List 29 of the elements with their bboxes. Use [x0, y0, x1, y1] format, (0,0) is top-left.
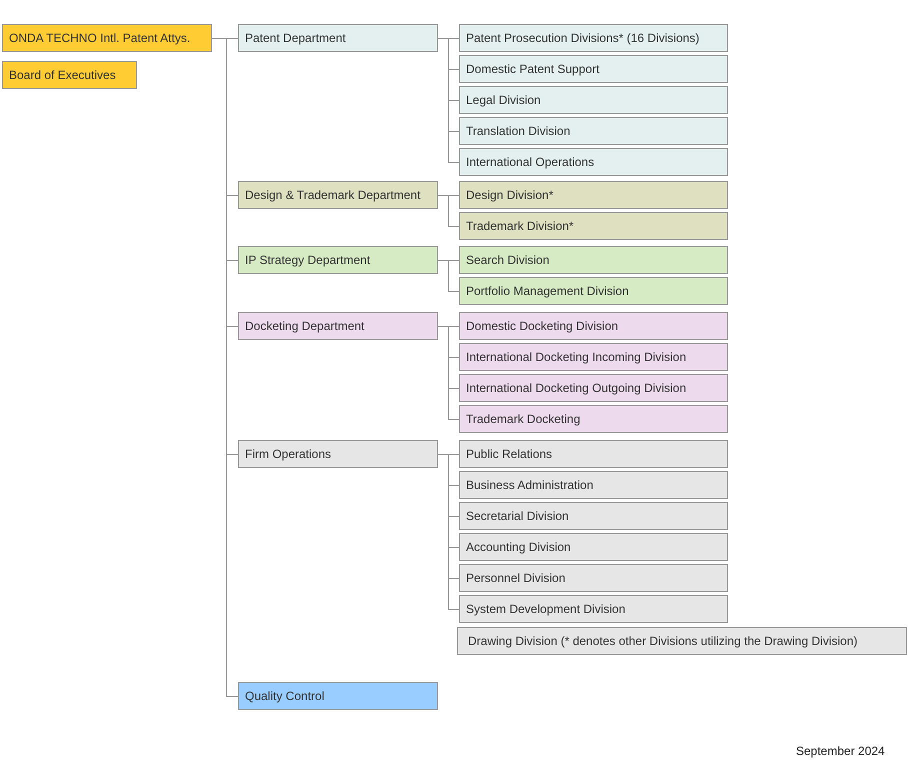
board-box: Board of Executives	[2, 61, 137, 89]
division-box: Domestic Patent Support	[459, 55, 728, 83]
department-box: Docketing Department	[238, 312, 438, 340]
department-box: Firm Operations	[238, 440, 438, 468]
division-box: Accounting Division	[459, 533, 728, 561]
division-box: International Operations	[459, 148, 728, 176]
division-box: Translation Division	[459, 117, 728, 145]
department-box: Design & Trademark Department	[238, 181, 438, 209]
division-box: Search Division	[459, 246, 728, 274]
division-box: International Docketing Outgoing Division	[459, 374, 728, 402]
division-box: Portfolio Management Division	[459, 277, 728, 305]
division-box: Personnel Division	[459, 564, 728, 592]
department-box: IP Strategy Department	[238, 246, 438, 274]
department-box: Quality Control	[238, 682, 438, 710]
division-box: Trademark Division*	[459, 212, 728, 240]
division-box: Drawing Division (* denotes other Divisions utilizing the Drawing Division)	[457, 627, 907, 655]
division-box: Domestic Docketing Division	[459, 312, 728, 340]
division-box: International Docketing Incoming Division	[459, 343, 728, 371]
division-box: System Development Division	[459, 595, 728, 623]
division-box: Trademark Docketing	[459, 405, 728, 433]
department-box: Patent Department	[238, 24, 438, 52]
division-box: Business Administration	[459, 471, 728, 499]
division-box: Patent Prosecution Divisions* (16 Divisions)	[459, 24, 728, 52]
division-box: Secretarial Division	[459, 502, 728, 530]
division-box: Design Division*	[459, 181, 728, 209]
division-box: Legal Division	[459, 86, 728, 114]
division-box: Public Relations	[459, 440, 728, 468]
date-label: September 2024	[796, 743, 885, 760]
organization-box: ONDA TECHNO Intl. Patent Attys.	[2, 24, 212, 52]
